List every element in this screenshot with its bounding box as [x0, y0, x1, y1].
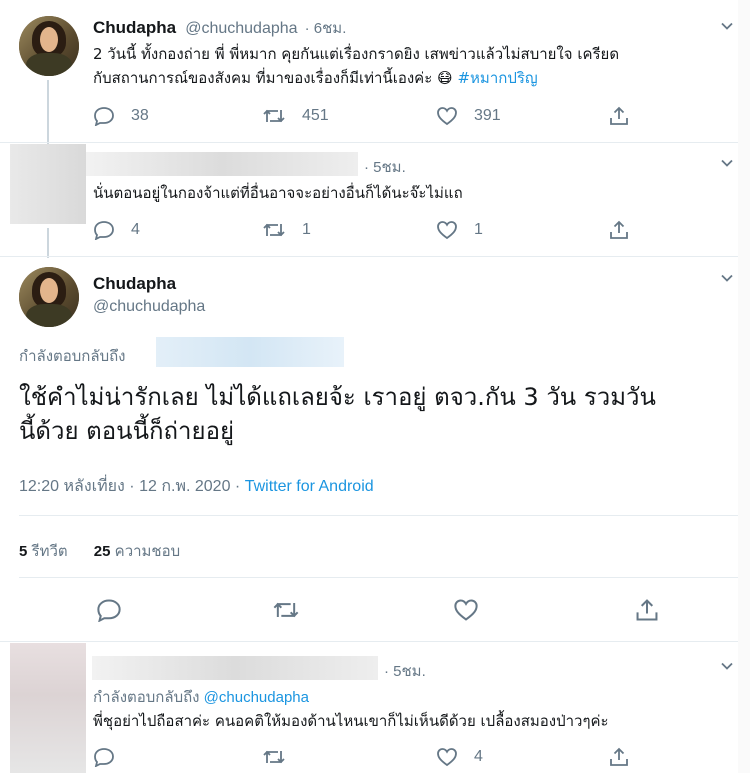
reply-icon[interactable]: [93, 747, 115, 767]
reply-icon: [94, 107, 114, 126]
reply-icon[interactable]: [96, 598, 122, 622]
retweets-stat[interactable]: 5 รีทวีต: [19, 543, 68, 560]
avatar-blurred[interactable]: [10, 643, 86, 773]
tweet-timestamp: 12:20 หลังเที่ยง · 12 ก.พ. 2020 · Twitte…: [19, 478, 374, 495]
tweet-time[interactable]: · 6ชม.: [305, 20, 347, 37]
share-icon[interactable]: [608, 747, 630, 767]
heart-icon: [437, 221, 457, 240]
tweet-time[interactable]: · 5ชม.: [384, 659, 426, 683]
replying-handle[interactable]: @chuchudapha: [204, 689, 309, 706]
heart-icon: [437, 107, 457, 126]
chevron-down-icon[interactable]: [721, 157, 733, 169]
like-action[interactable]: 1: [436, 220, 483, 240]
heart-icon: [437, 748, 457, 767]
share-icon[interactable]: [608, 106, 630, 126]
main-tweet-text: ใช้คำไม่น่ารักเลย ไม่ได้แถเลยจ้ะ เราอยู่…: [19, 383, 656, 445]
reply-count: 38: [131, 107, 149, 124]
display-name[interactable]: Chudapha: [93, 18, 176, 37]
tweet-header: Chudapha @chuchudapha · 6ชม.: [93, 16, 346, 40]
like-action[interactable]: 4: [436, 747, 483, 767]
retweet-icon: [263, 223, 285, 237]
replying-handle-blurred[interactable]: [156, 337, 344, 367]
reply-count: 4: [131, 221, 140, 238]
reply-icon: [94, 221, 114, 240]
divider: [19, 577, 738, 578]
divider: [0, 641, 738, 642]
avatar[interactable]: [19, 16, 79, 76]
handle[interactable]: @chuchudapha: [185, 20, 297, 37]
name-blurred: [86, 152, 358, 176]
display-name[interactable]: Chudapha: [93, 274, 176, 294]
divider: [19, 515, 738, 516]
engagement-stats: 5 รีทวีต 25 ความชอบ: [19, 539, 180, 563]
hashtag-link[interactable]: #หมากปริญ: [457, 69, 537, 87]
retweet-count: 451: [302, 107, 329, 124]
retweet-icon[interactable]: [262, 747, 286, 767]
heart-icon[interactable]: [453, 598, 479, 622]
retweet-action[interactable]: 1: [262, 220, 311, 240]
share-icon[interactable]: [634, 598, 660, 622]
tweet-time[interactable]: · 5ชม.: [364, 155, 406, 179]
divider: [0, 256, 738, 257]
replying-to: กำลังตอบกลับถึง @chuchudapha: [93, 689, 309, 706]
share-icon[interactable]: [608, 220, 630, 240]
replying-to: กำลังตอบกลับถึง: [19, 348, 126, 365]
reply-action[interactable]: 4: [93, 220, 140, 240]
divider: [0, 142, 738, 143]
retweet-action[interactable]: 451: [262, 106, 329, 126]
like-count: 391: [474, 107, 501, 124]
handle[interactable]: @chuchudapha: [93, 298, 205, 316]
like-count: 1: [474, 221, 483, 238]
likes-stat[interactable]: 25 ความชอบ: [94, 543, 180, 560]
chevron-down-icon[interactable]: [721, 660, 733, 672]
source-link[interactable]: Twitter for Android: [245, 478, 374, 495]
avatar-blurred[interactable]: [10, 144, 86, 224]
scrollbar[interactable]: [738, 0, 750, 773]
chevron-down-icon[interactable]: [721, 272, 733, 284]
reply-action[interactable]: 38: [93, 106, 149, 126]
retweet-icon[interactable]: [272, 598, 300, 622]
chevron-down-icon[interactable]: [721, 20, 733, 32]
retweet-count: 1: [302, 221, 311, 238]
thread-line: [47, 80, 49, 144]
thread-line: [47, 228, 49, 258]
tweet-text: พี่ชุอย่าไปถือสาค่ะ คนอคติให้มองด้านไหนเ…: [93, 712, 609, 730]
retweet-icon: [263, 109, 285, 123]
mask-emoji: 😷: [437, 69, 453, 87]
name-blurred: [92, 656, 378, 680]
avatar[interactable]: [19, 267, 79, 327]
like-action[interactable]: 391: [436, 106, 501, 126]
tweet-text: 2 วันนี้ ทั้งกองถ่าย พี่ พี่หมาก คุยกันแ…: [93, 45, 620, 87]
tweet-text: นั่นตอนอยู่ในกองจ้าแต่ที่อื่นอาจจะอย่างอ…: [93, 184, 463, 202]
like-count: 4: [474, 748, 483, 765]
